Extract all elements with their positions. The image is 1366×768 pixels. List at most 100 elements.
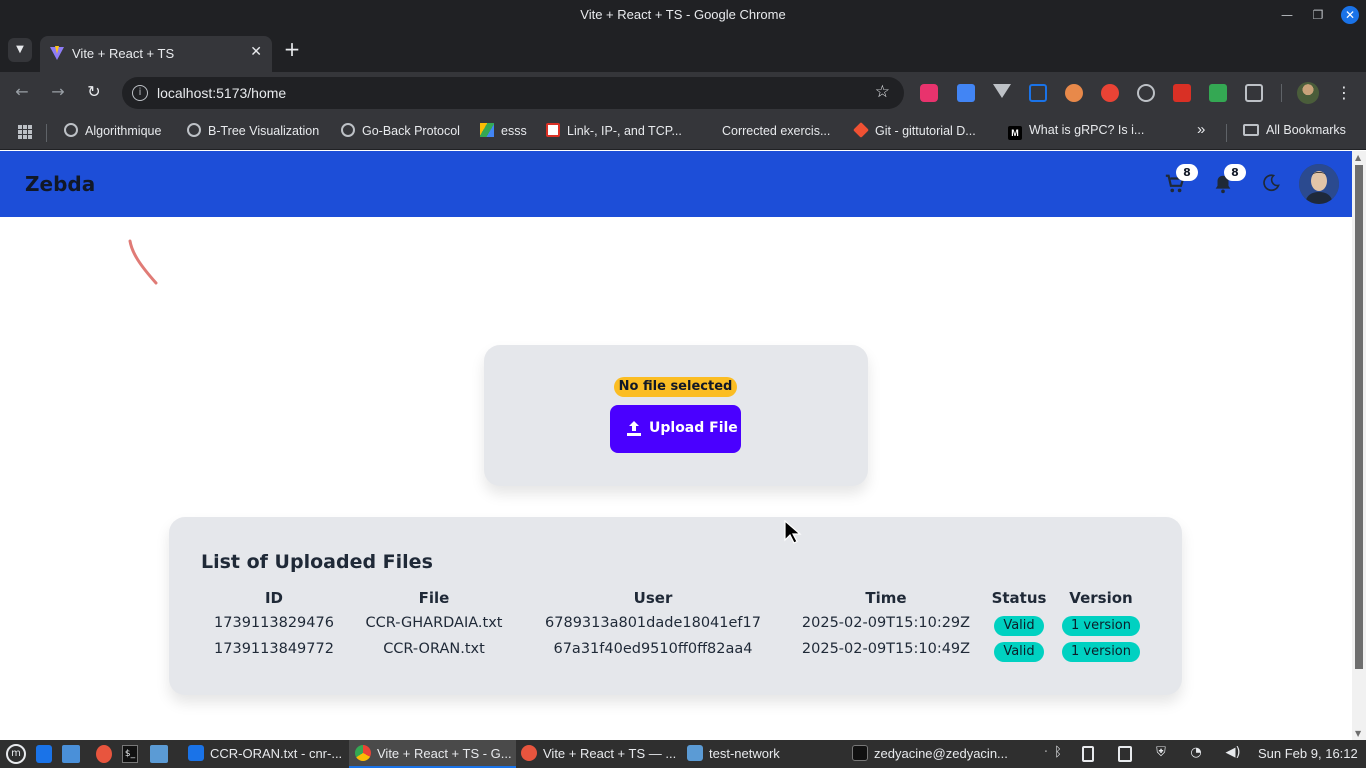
bookmark-item[interactable]: B-Tree Visualization (187, 123, 319, 141)
url-text[interactable]: localhost:5173/home (157, 85, 286, 101)
taskbar-item[interactable]: Vite + React + TS — ... (521, 745, 676, 763)
blank-icon (701, 123, 715, 137)
site-info-icon[interactable]: i (132, 85, 148, 101)
os-menu-icon[interactable]: m (6, 744, 26, 764)
cell-id: 1739113829476 (214, 615, 334, 631)
extension-check-icon[interactable] (1209, 84, 1227, 102)
profile-avatar-icon[interactable] (1297, 82, 1319, 104)
restore-icon[interactable]: ❐ (1309, 6, 1327, 24)
chrome-icon (355, 745, 371, 761)
extension-s-icon[interactable] (1101, 84, 1119, 102)
all-bookmarks-button[interactable]: All Bookmarks (1243, 123, 1346, 141)
medium-icon: M (1008, 126, 1022, 140)
taskbar-item[interactable]: CCR-ORAN.txt - cnr-... (188, 745, 342, 763)
taskbar-item-label: Vite + React + TS — ... (543, 746, 677, 761)
cell-file[interactable]: CCR-ORAN.txt (349, 641, 519, 657)
bluetooth-icon[interactable]: ᛒ (1050, 745, 1066, 763)
cell-user: 6789313a801dade18041ef17 (545, 615, 761, 631)
extension-vuetify-icon[interactable] (993, 84, 1011, 98)
scroll-down-arrow-icon[interactable]: ▼ (1355, 729, 1361, 738)
terminal-launcher-icon[interactable]: $_ (122, 745, 138, 763)
bookmark-item[interactable]: esss (480, 123, 527, 141)
cell-file[interactable]: CCR-GHARDAIA.txt (349, 615, 519, 631)
bookmark-label: Link-, IP-, and TCP... (567, 124, 682, 138)
vscode-icon (188, 745, 204, 761)
chrome-menu-icon[interactable]: ⋮ (1336, 82, 1352, 104)
column-header-status: Status (991, 589, 1047, 607)
extension-screenshot-icon[interactable] (1029, 84, 1047, 102)
app-brand[interactable]: Zebda (25, 172, 95, 196)
taskbar-item[interactable]: zedyacine@zedyacin... (852, 745, 1008, 763)
extensions-puzzle-icon[interactable] (1245, 84, 1263, 102)
google-drive-icon (480, 123, 494, 137)
taskbar-item[interactable]: Vite + React + TS - G... (355, 745, 512, 763)
user-avatar[interactable] (1299, 164, 1339, 204)
status-badge: Valid (994, 616, 1044, 636)
column-header-user: User (633, 589, 673, 607)
all-bookmarks-label: All Bookmarks (1266, 123, 1346, 137)
extension-translate-icon[interactable] (957, 84, 975, 102)
vscode-launcher-icon[interactable] (36, 745, 52, 763)
new-tab-icon[interactable]: + (282, 38, 302, 62)
taskbar-item[interactable]: test-network (687, 745, 780, 763)
tab-search-chevron-icon[interactable]: ▼ (8, 38, 32, 62)
bookmark-star-icon[interactable]: ☆ (875, 82, 890, 102)
bookmark-item[interactable]: Link-, IP-, and TCP... (546, 123, 682, 141)
page-viewport: Zebda 8 8 No file selected Upload File L… (0, 151, 1352, 740)
close-window-icon[interactable]: ✕ (1341, 6, 1359, 24)
bookmark-label: Algorithmique (85, 124, 162, 138)
version-cell: 1 version (1051, 640, 1151, 662)
reload-icon[interactable]: ↻ (84, 82, 104, 102)
terminal-icon (852, 745, 868, 761)
back-arrow-icon[interactable]: ← (12, 82, 32, 102)
address-bar[interactable]: i localhost:5173/home ☆ (122, 77, 904, 109)
extension-cookie-icon[interactable] (1065, 84, 1083, 102)
upload-file-button[interactable]: Upload File (610, 405, 741, 453)
clipboard-icon[interactable] (1082, 746, 1094, 762)
page-scrollbar[interactable]: ▲ ▼ (1352, 151, 1366, 740)
window-titlebar: Vite + React + TS - Google Chrome — ❐ ✕ (0, 0, 1366, 30)
browser-tab-active[interactable]: Vite + React + TS ✕ (40, 36, 272, 72)
bookmark-item[interactable]: M What is gRPC? Is i... (1008, 123, 1144, 141)
more-bookmarks-chevron-icon[interactable]: » (1197, 121, 1205, 139)
files-launcher-icon[interactable] (150, 745, 168, 763)
forward-arrow-icon[interactable]: → (48, 82, 68, 102)
bookmark-item[interactable]: Corrected exercis... (701, 123, 830, 141)
taskbar-clock[interactable]: Sun Feb 9, 16:12 (1258, 746, 1358, 761)
cell-time: 2025-02-09T15:10:29Z (801, 615, 971, 631)
volume-icon[interactable]: ◀) (1225, 745, 1241, 763)
globe-icon (187, 123, 201, 137)
scribble-mark (128, 239, 158, 285)
version-badge[interactable]: 1 version (1061, 642, 1141, 662)
firefox-launcher-icon[interactable] (96, 745, 112, 763)
bookmark-label: What is gRPC? Is i... (1029, 123, 1145, 137)
apps-grid-icon[interactable] (18, 125, 32, 139)
bookmark-item[interactable]: Algorithmique (64, 123, 161, 141)
status-cell: Valid (984, 614, 1054, 636)
cart-button[interactable]: 8 (1164, 164, 1198, 197)
extension-recorder-icon[interactable] (920, 84, 938, 102)
bookmark-item[interactable]: Git - gittutorial D... (853, 122, 976, 141)
notifications-button[interactable]: 8 (1212, 164, 1246, 197)
updates-icon[interactable] (1118, 746, 1132, 762)
slides-icon (546, 123, 560, 137)
extension-red-icon[interactable] (1173, 84, 1191, 102)
bookmark-label: Git - gittutorial D... (875, 124, 976, 138)
theme-toggle-button[interactable] (1261, 173, 1285, 197)
folder-icon (687, 745, 703, 761)
shield-icon[interactable]: ⛨ (1153, 745, 1169, 763)
tab-close-icon[interactable]: ✕ (250, 44, 262, 60)
window-title: Vite + React + TS - Google Chrome (580, 7, 786, 22)
moon-icon (1263, 174, 1280, 192)
globe-icon (64, 123, 78, 137)
scroll-up-arrow-icon[interactable]: ▲ (1355, 153, 1361, 162)
extension-sync-icon[interactable] (1137, 84, 1155, 102)
minimize-icon[interactable]: — (1278, 6, 1296, 24)
cell-user: 67a31f40ed9510ff0ff82aa4 (553, 641, 753, 657)
scrollbar-thumb[interactable] (1355, 165, 1363, 669)
wifi-icon[interactable]: ◔ (1188, 745, 1204, 763)
bookmark-item[interactable]: Go-Back Protocol (341, 123, 460, 141)
show-desktop-icon[interactable] (62, 745, 80, 763)
files-card-title: List of Uploaded Files (201, 551, 433, 573)
version-badge[interactable]: 1 version (1061, 616, 1141, 636)
